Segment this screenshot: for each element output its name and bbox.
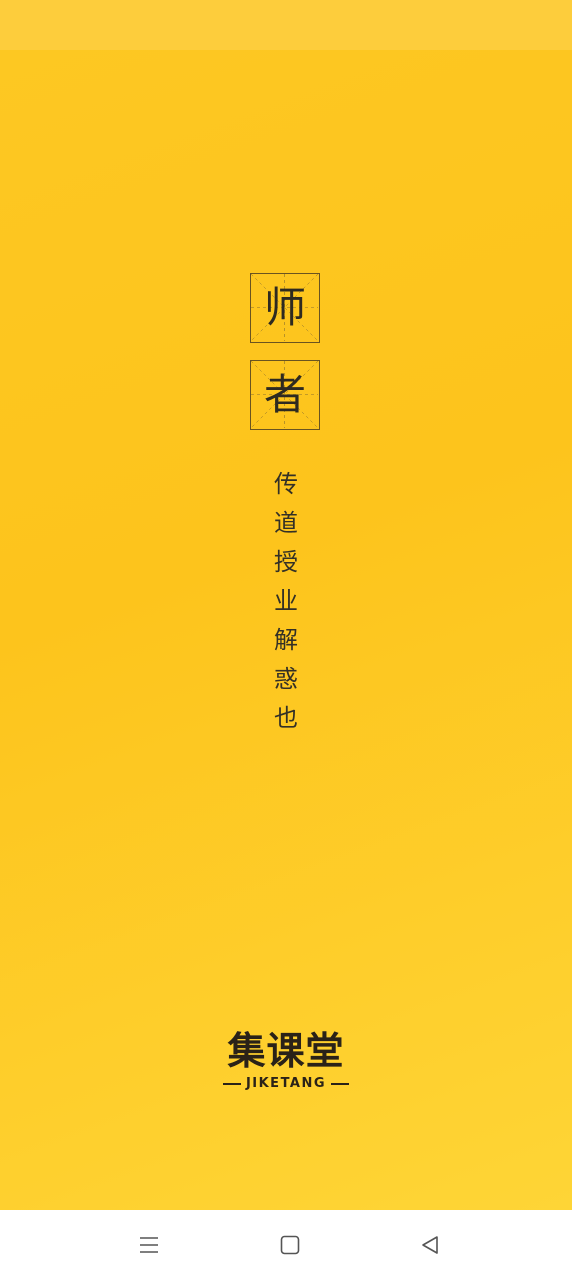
motto-vertical-text: 传 道 授 业 解 惑 也 <box>270 465 302 738</box>
menu-button[interactable] <box>132 1228 166 1262</box>
home-icon <box>280 1235 300 1255</box>
motto-char: 惑 <box>274 665 298 693</box>
brand-name-en-row: JIKETANG <box>200 1076 372 1092</box>
heading-char-1: 师 <box>263 283 306 332</box>
brand-name-cn: 集课堂 <box>227 1029 345 1073</box>
brand-name-en: JIKETANG <box>245 1076 327 1091</box>
logo-divider-right <box>331 1083 350 1085</box>
menu-icon <box>140 1237 158 1253</box>
motto-char: 解 <box>274 626 298 654</box>
heading-char-box-2: 者 <box>250 360 320 430</box>
motto-char: 也 <box>274 704 298 732</box>
back-icon <box>422 1236 438 1254</box>
brand-logo: 集课堂 JIKETANG <box>200 1028 372 1092</box>
logo-divider-left <box>222 1083 241 1085</box>
splash-screen: 师 者 传 道 授 业 解 惑 也 集课堂 JIKETANG <box>0 0 572 1210</box>
heading-char-2: 者 <box>263 370 306 419</box>
motto-char: 业 <box>274 587 298 615</box>
motto-char: 传 <box>274 470 298 498</box>
motto-char: 道 <box>274 509 298 537</box>
motto-char: 授 <box>274 548 298 576</box>
home-button[interactable] <box>273 1228 307 1262</box>
system-navigation-bar <box>0 1210 572 1280</box>
back-button[interactable] <box>413 1228 447 1262</box>
status-bar <box>0 0 572 50</box>
heading-char-box-1: 师 <box>250 273 320 343</box>
